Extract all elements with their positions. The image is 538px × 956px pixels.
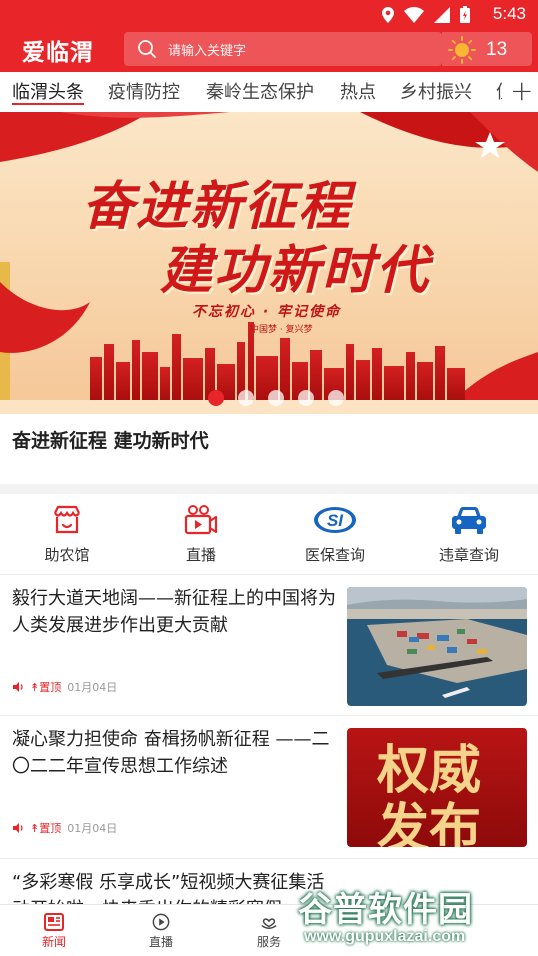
quick-link-label: 助农馆 <box>44 546 90 564</box>
search-placeholder: 请输入关键字 <box>168 44 247 59</box>
shop-icon <box>54 505 80 534</box>
nav-label: 服务 <box>256 935 281 949</box>
news-meta: ↟置顶 01月04日 <box>12 679 117 695</box>
tab-qinling[interactable]: 秦岭生态保护 <box>206 78 314 104</box>
quick-links: 助农馆 直播 SI 医保查询 违章查询 <box>0 494 538 574</box>
car-icon <box>452 507 486 534</box>
si-logo-icon: SI <box>314 507 356 533</box>
pinned-label: 置顶 <box>39 822 62 835</box>
news-item[interactable]: 毅行大道天地阔——新征程上的中国将为人类发展进步作出更大贡献 ↟置顶 01月04… <box>0 575 538 715</box>
play-icon <box>152 913 170 931</box>
app-header: 5:43 爱临渭 请输入关键字 13 <box>0 0 538 72</box>
nav-services[interactable]: 服务 <box>239 913 299 950</box>
tab-headlines[interactable]: 临渭头条 <box>12 78 84 104</box>
news-thumbnail: 权威 发布 <box>347 728 527 847</box>
add-channel-button[interactable]: + <box>502 72 538 112</box>
location-icon <box>382 6 394 23</box>
channel-tabs: 临渭头条 疫情防控 秦岭生态保护 热点 乡村振兴 值 <box>0 72 538 112</box>
speaker-icon <box>13 682 23 692</box>
news-title: 毅行大道天地阔——新征程上的中国将为人类发展进步作出更大贡献 <box>12 588 336 636</box>
battery-icon <box>460 6 470 23</box>
news-title: “多彩寒假 乐享成长”短视频大赛征集活动开始啦，快来秀出你的精彩寒假 <box>12 872 325 904</box>
thumb-text-2: 发布 <box>377 798 482 847</box>
weather-widget[interactable]: 13 <box>442 32 532 66</box>
port-photo <box>347 587 527 706</box>
news-thumbnail <box>347 587 527 706</box>
pinned-badge: ↟置顶 <box>30 679 61 695</box>
sun-icon <box>448 36 476 64</box>
carousel-dot[interactable] <box>268 390 284 406</box>
pinned-label: 置顶 <box>39 681 62 694</box>
tab-hot[interactable]: 热点 <box>340 78 376 104</box>
quick-link-farm-shop[interactable]: 助农馆 <box>0 494 134 574</box>
plus-icon: + <box>510 74 534 107</box>
banner-carousel[interactable]: 奋进新征程 建功新时代 不忘初心 · 牢记使命 中国梦 · 复兴梦 <box>0 112 538 414</box>
news-date: 01月04日 <box>67 681 118 694</box>
pin-icon: ↟ <box>30 681 40 694</box>
carousel-dot[interactable] <box>238 390 254 406</box>
watermark-text: 谷普软件园 <box>298 890 473 930</box>
section-divider <box>0 484 538 494</box>
status-icons <box>382 6 470 23</box>
status-time: 5:43 <box>492 4 526 23</box>
quick-link-label: 医保查询 <box>304 546 365 564</box>
nav-label: 新闻 <box>41 935 66 949</box>
carousel-dots <box>208 390 344 406</box>
quick-link-medical-insurance[interactable]: SI 医保查询 <box>268 494 402 574</box>
app-logo[interactable]: 爱临渭 <box>22 33 94 67</box>
nav-live[interactable]: 直播 <box>131 913 191 950</box>
news-icon <box>44 913 64 931</box>
temperature: 13 <box>486 39 508 60</box>
banner-subtitle: 不忘初心 · 牢记使命 <box>192 304 342 320</box>
signal-icon <box>434 6 450 23</box>
quick-link-live[interactable]: 直播 <box>134 494 268 574</box>
speaker-icon <box>13 823 23 833</box>
nav-label: 直播 <box>148 935 173 949</box>
quick-link-label: 违章查询 <box>438 546 499 564</box>
wifi-icon <box>404 6 424 23</box>
svg-text:SI: SI <box>327 511 344 530</box>
news-date: 01月04日 <box>67 822 118 835</box>
watermark-url: www.gupuxlazai.com <box>304 928 466 945</box>
tab-rural[interactable]: 乡村振兴 <box>400 78 472 104</box>
carousel-dot[interactable] <box>208 390 224 406</box>
video-camera-icon <box>184 505 218 535</box>
heart-hand-icon <box>261 918 277 930</box>
nav-news[interactable]: 新闻 <box>24 913 84 950</box>
banner-headline-2: 建功新时代 <box>160 240 431 301</box>
carousel-dot[interactable] <box>328 390 344 406</box>
news-item[interactable]: 凝心聚力担使命 奋楫扬帆新征程 ——二〇二二年宣传思想工作综述 ↟置顶 01月0… <box>0 716 538 858</box>
pinned-badge: ↟置顶 <box>30 820 61 836</box>
banner-caption[interactable]: 奋进新征程 建功新时代 <box>0 414 538 488</box>
watermark: 谷普软件园 www.gupuxlazai.com <box>294 880 534 956</box>
news-meta: ↟置顶 01月04日 <box>12 820 117 836</box>
pin-icon: ↟ <box>30 822 40 835</box>
quick-link-label: 直播 <box>185 546 216 564</box>
banner-caption-text: 奋进新征程 建功新时代 <box>12 430 209 452</box>
search-input[interactable]: 请输入关键字 <box>124 32 442 66</box>
news-title: 凝心聚力担使命 奋楫扬帆新征程 ——二〇二二年宣传思想工作综述 <box>12 729 330 777</box>
status-bar: 5:43 <box>0 0 538 28</box>
tab-epidemic[interactable]: 疫情防控 <box>108 78 180 104</box>
tab-active-indicator <box>12 103 84 105</box>
carousel-dot[interactable] <box>298 390 314 406</box>
banner-subtitle-2: 中国梦 · 复兴梦 <box>250 325 313 335</box>
quick-link-traffic-violation[interactable]: 违章查询 <box>402 494 536 574</box>
search-icon <box>138 40 156 58</box>
